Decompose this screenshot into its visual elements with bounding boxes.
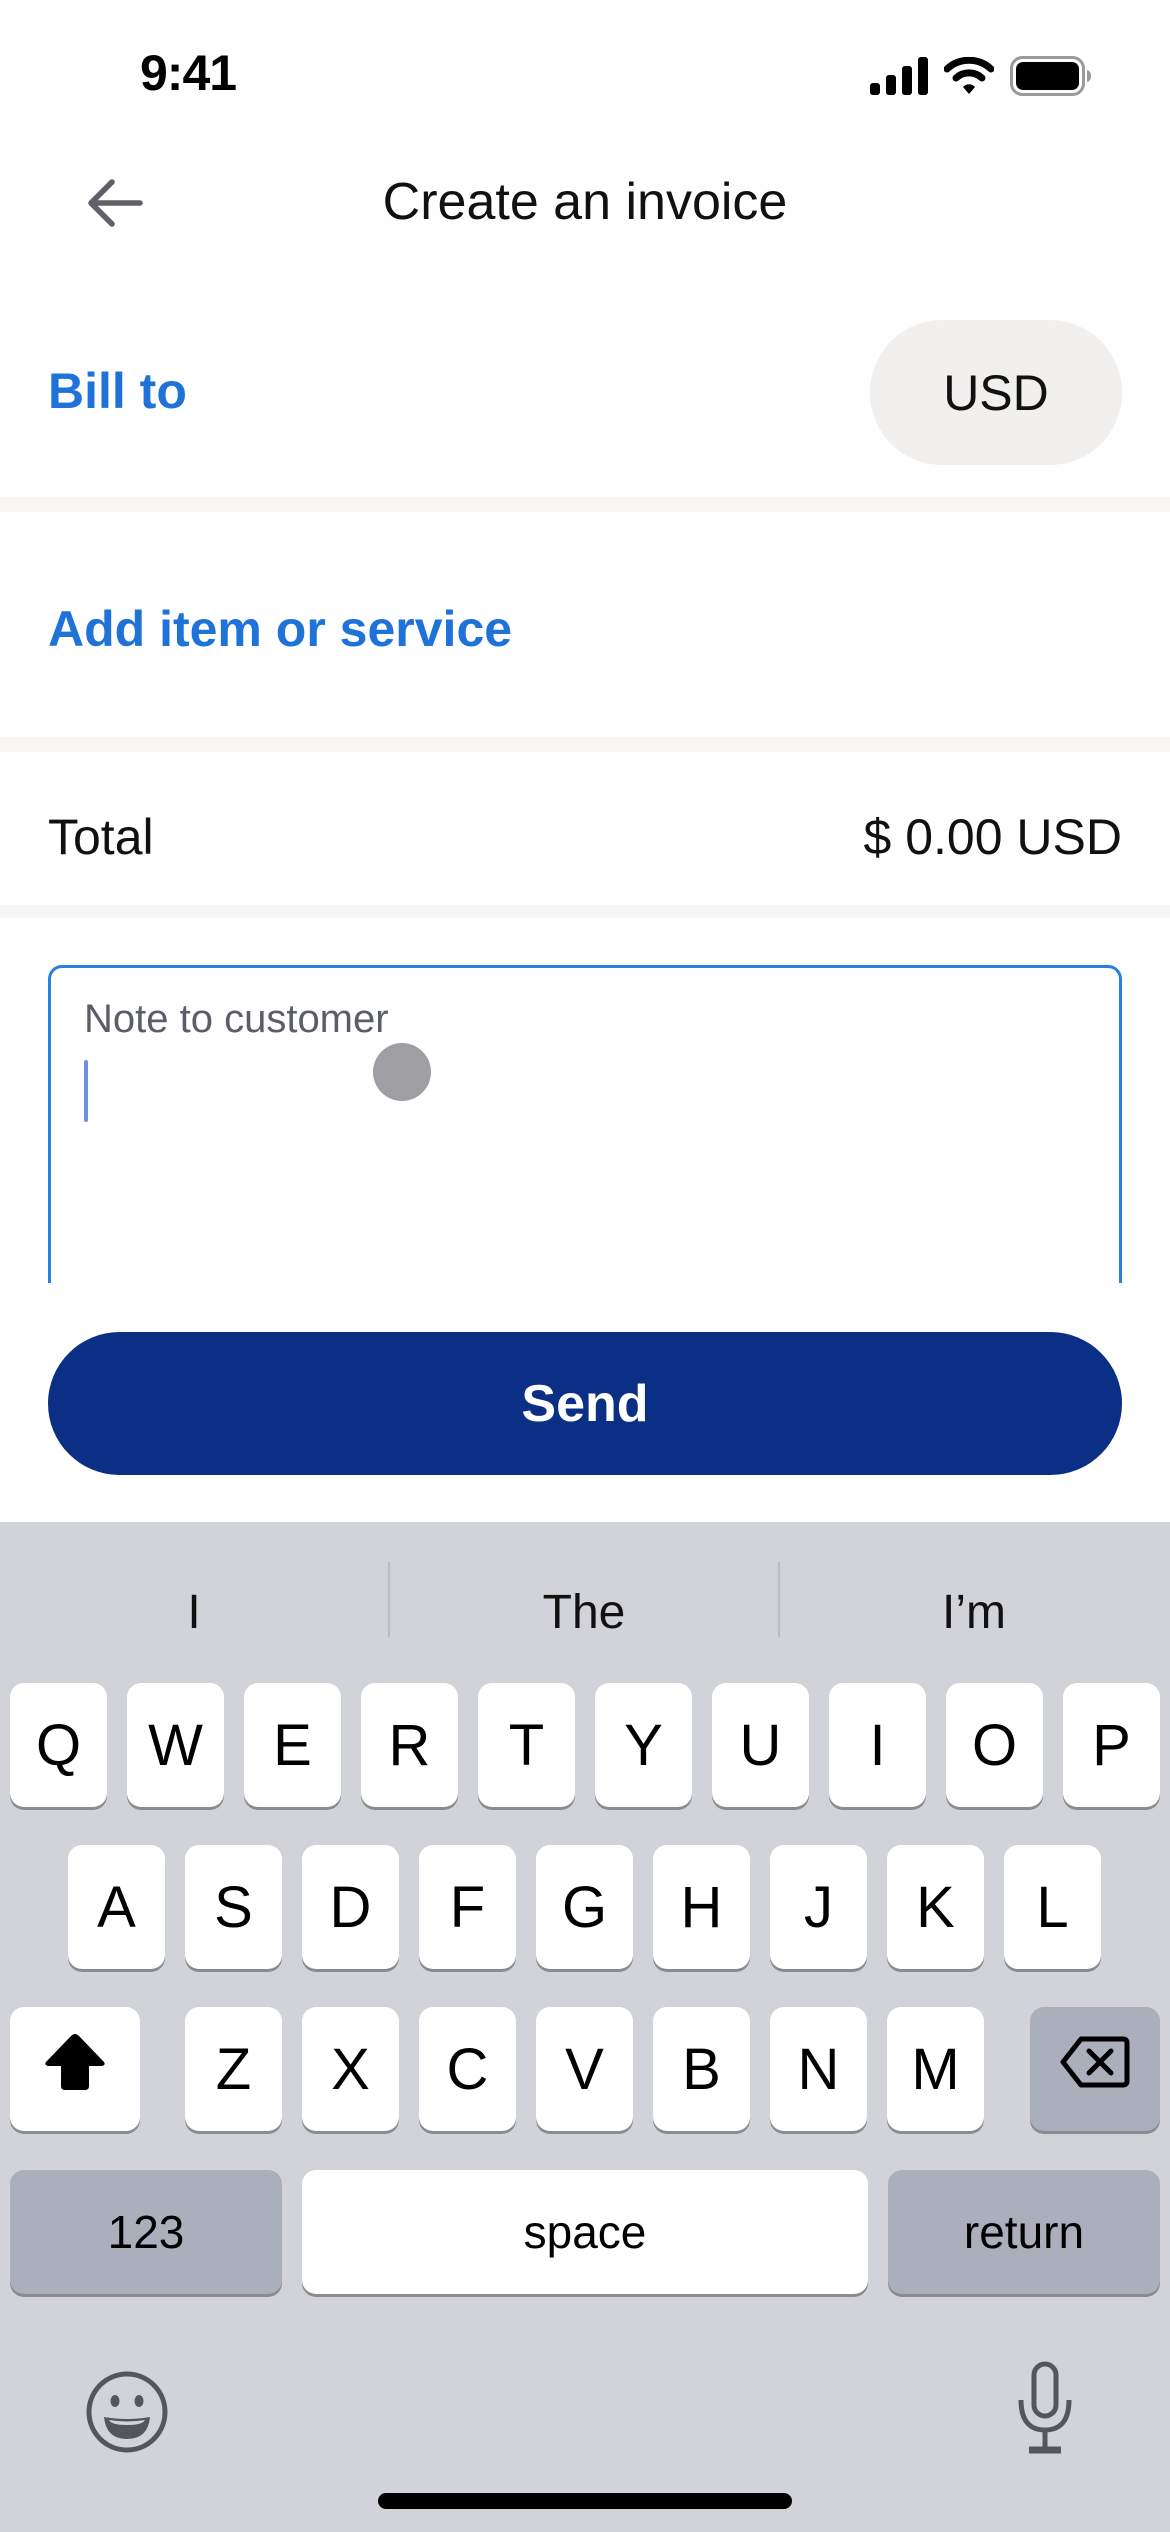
wifi-icon [943,56,995,100]
total-label: Total [48,809,154,865]
battery-icon [1010,56,1092,101]
dictation-button[interactable] [1000,2360,1090,2460]
numbers-key[interactable]: 123 [10,2170,282,2294]
key-x[interactable]: X [302,2007,399,2131]
shift-icon [42,2032,108,2106]
status-time: 9:41 [140,45,237,101]
section-divider [0,737,1170,752]
key-i[interactable]: I [829,1683,926,1807]
key-d[interactable]: D [302,1845,399,1969]
key-j[interactable]: J [770,1845,867,1969]
key-l[interactable]: L [1004,1845,1101,1969]
key-a[interactable]: A [68,1845,165,1969]
key-z[interactable]: Z [185,2007,282,2131]
status-icons [870,56,1092,101]
suggestion-1[interactable]: I [0,1562,388,1662]
space-key[interactable]: space [302,2170,868,2294]
total-value: $ 0.00 USD [863,809,1122,865]
key-v[interactable]: V [536,2007,633,2131]
section-divider [0,905,1170,918]
microphone-icon [1000,2361,1090,2464]
text-caret [84,1060,88,1122]
backspace-icon [1059,2035,1131,2103]
delete-key[interactable] [1030,2007,1160,2131]
home-indicator[interactable] [378,2493,792,2509]
key-r[interactable]: R [361,1683,458,1807]
page-title: Create an invoice [382,173,788,231]
suggestion-3[interactable]: I’m [780,1562,1168,1662]
key-g[interactable]: G [536,1845,633,1969]
key-e[interactable]: E [244,1683,341,1807]
emoji-icon [82,2371,172,2461]
note-label: Note to customer [84,997,389,1041]
suggestion-2[interactable]: The [390,1562,778,1662]
key-n[interactable]: N [770,2007,867,2131]
key-u[interactable]: U [712,1683,809,1807]
touch-indicator [373,1043,431,1101]
key-t[interactable]: T [478,1683,575,1807]
key-b[interactable]: B [653,2007,750,2131]
key-s[interactable]: S [185,1845,282,1969]
key-o[interactable]: O [946,1683,1043,1807]
key-k[interactable]: K [887,1845,984,1969]
key-y[interactable]: Y [595,1683,692,1807]
key-f[interactable]: F [419,1845,516,1969]
bill-to-link[interactable]: Bill to [48,362,187,420]
section-divider [0,497,1170,512]
return-key[interactable]: return [888,2170,1160,2294]
key-p[interactable]: P [1063,1683,1160,1807]
currency-selector[interactable]: USD [870,320,1122,465]
cellular-signal-icon [870,57,928,100]
key-w[interactable]: W [127,1683,224,1807]
key-m[interactable]: M [887,2007,984,2131]
add-item-link[interactable]: Add item or service [48,600,512,658]
key-c[interactable]: C [419,2007,516,2131]
key-q[interactable]: Q [10,1683,107,1807]
send-button[interactable]: Send [48,1332,1122,1475]
emoji-button[interactable] [82,2367,172,2457]
shift-key[interactable] [10,2007,140,2131]
key-h[interactable]: H [653,1845,750,1969]
keyboard: I The I’m Q W E R T Y U I O P A S D F G … [0,1522,1170,2532]
note-field[interactable]: Note to customer [48,965,1122,1283]
